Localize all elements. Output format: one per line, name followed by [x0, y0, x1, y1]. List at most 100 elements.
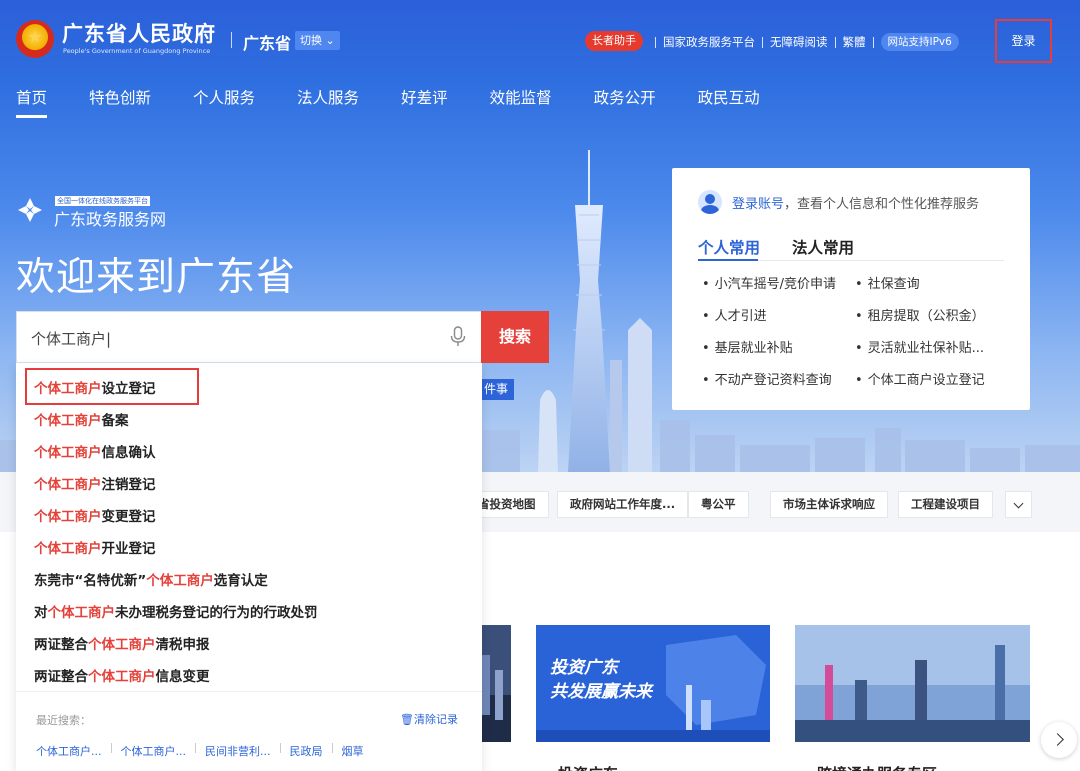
suggestion-keyword: 个体工商户 [34, 477, 102, 493]
nav-interaction[interactable]: 政民互动 [698, 86, 760, 118]
recent-search-item[interactable]: 民政局 [290, 743, 323, 759]
suggestion-prefix: 两证整合 [34, 669, 88, 685]
suggestion-keyword: 个体工商户 [34, 445, 102, 461]
card-title: 投资广东 [558, 763, 618, 771]
national-platform-link[interactable]: 国家政务服务平台 [663, 34, 755, 50]
traditional-chinese-link[interactable]: 繁體 [843, 34, 866, 50]
platform-name[interactable]: 广东政务服务网 [54, 206, 166, 230]
chevron-down-icon: ⌄ [325, 34, 335, 47]
nav-corporate-services[interactable]: 法人服务 [297, 86, 359, 118]
region-switch-button[interactable]: 切换 ⌄ [295, 31, 340, 50]
common-item[interactable]: 不动产登记资料查询 [702, 369, 832, 388]
recent-search-item[interactable]: 个体工商户... [36, 743, 102, 759]
suggestion-suffix: 信息变更 [155, 669, 210, 685]
national-emblem-logo[interactable] [16, 20, 54, 58]
suggestion-prefix: 对 [34, 605, 48, 621]
suggestion-suffix: 备案 [101, 413, 129, 429]
login-button[interactable]: 登录 [995, 19, 1052, 63]
recent-separator [110, 743, 112, 753]
recent-separator [195, 743, 196, 753]
quick-link-construction[interactable]: 工程建设项目 [898, 491, 993, 518]
clear-history-button[interactable]: 🗑清除记录 [400, 711, 458, 727]
suggestion-item[interactable]: 个体工商户开业登记 [34, 537, 156, 557]
nav-rating[interactable]: 好差评 [401, 86, 448, 118]
carousel-next-button[interactable] [1041, 722, 1077, 758]
suggestions-divider [16, 691, 482, 692]
nav-home[interactable]: 首页 [16, 86, 48, 118]
common-item[interactable]: 租房提取（公积金） [855, 305, 985, 324]
recent-search-item[interactable]: 民间非营利... [205, 743, 271, 759]
suggestion-item[interactable]: 东莞市“名特优新”个体工商户选育认定 [34, 569, 268, 589]
recent-search-list: 个体工商户... 个体工商户... 民间非营利... 民政局 烟草 [36, 743, 364, 759]
common-item[interactable]: 个体工商户设立登记 [855, 369, 985, 388]
nav-supervision[interactable]: 效能监督 [490, 86, 552, 118]
feature-card-crossborder[interactable]: 跨境通办服务专区 [795, 625, 1030, 771]
suggestion-keyword: 个体工商户 [47, 605, 116, 621]
suggestion-item[interactable]: 个体工商户备案 [34, 409, 129, 429]
recent-search-item[interactable]: 个体工商户... [121, 743, 187, 759]
main-nav: 首页 特色创新 个人服务 法人服务 好差评 效能监督 政务公开 政民互动 [16, 86, 802, 118]
quick-link-market-appeal[interactable]: 市场主体诉求响应 [770, 491, 888, 518]
suggestion-item[interactable]: 个体工商户设立登记 [34, 377, 156, 397]
nav-featured[interactable]: 特色创新 [89, 86, 151, 118]
clear-history-label: 清除记录 [413, 713, 458, 726]
suggestion-keyword: 个体工商户 [34, 541, 102, 557]
link-separator [762, 36, 763, 48]
elder-assistant-button[interactable]: 长者助手 [585, 31, 643, 51]
search-input-value: 个体工商户| [31, 330, 112, 348]
suggestion-suffix: 设立登记 [101, 381, 156, 397]
quick-links-expand-button[interactable] [1005, 491, 1032, 518]
common-item[interactable]: 灵活就业社保补贴... [855, 337, 984, 356]
link-separator [655, 36, 656, 48]
one-thing-tag[interactable]: 件事 [478, 379, 515, 400]
suggestion-suffix: 选育认定 [213, 573, 268, 589]
suggestion-item[interactable]: 个体工商户注销登记 [34, 473, 156, 493]
suggestion-keyword: 个体工商户 [88, 669, 156, 685]
nav-personal-services[interactable]: 个人服务 [193, 86, 255, 118]
common-item[interactable]: 小汽车摇号/竞价申请 [702, 273, 836, 292]
accessibility-link[interactable]: 无障碍阅读 [770, 34, 828, 50]
suggestion-suffix: 开业登记 [101, 541, 156, 557]
suggestion-keyword: 个体工商户 [88, 637, 156, 653]
login-account-link[interactable]: 登录账号 [732, 197, 784, 212]
active-tab-indicator [698, 259, 758, 261]
recent-separator [331, 743, 333, 753]
card-title: 跨境通办服务专区 [817, 763, 937, 771]
suggestion-item[interactable]: 对个体工商户未办理税务登记的行为的行政处罚 [34, 601, 318, 621]
microphone-icon[interactable] [449, 326, 467, 348]
avatar-icon[interactable] [698, 190, 722, 214]
suggestion-prefix: 两证整合 [34, 637, 88, 653]
site-title[interactable]: 广东省人民政府 [62, 18, 216, 48]
suggestion-item[interactable]: 两证整合个体工商户信息变更 [34, 665, 210, 685]
suggestion-suffix: 信息确认 [101, 445, 156, 461]
common-item[interactable]: 社保查询 [855, 273, 920, 292]
suggestion-keyword: 个体工商户 [34, 381, 102, 397]
nav-gov-open[interactable]: 政务公开 [594, 86, 656, 118]
recent-search-item[interactable]: 烟草 [342, 743, 364, 759]
feature-card-invest-gd[interactable]: 投资广东 共发展赢未来 投资广东 [536, 625, 770, 771]
suggestion-keyword: 个体工商户 [146, 573, 214, 589]
suggestion-item[interactable]: 个体工商户信息确认 [34, 441, 156, 461]
quick-link-yuegongping[interactable]: 粤公平 [688, 491, 749, 518]
suggestion-suffix: 注销登记 [101, 477, 156, 493]
suggestion-keyword: 个体工商户 [34, 509, 102, 525]
search-input[interactable]: 个体工商户| [16, 311, 482, 363]
suggestion-item[interactable]: 两证整合个体工商户清税申报 [34, 633, 210, 653]
card-image [795, 625, 1030, 742]
link-separator [834, 36, 836, 48]
region-name: 广东省 [243, 34, 292, 53]
tab-personal-common[interactable]: 个人常用 [698, 236, 760, 258]
panel-login-text: 登录账号，查看个人信息和个性化推荐服务 [732, 193, 979, 212]
suggestion-item[interactable]: 个体工商户变更登记 [34, 505, 156, 525]
common-item[interactable]: 人才引进 [702, 305, 767, 324]
search-button[interactable]: 搜索 [481, 311, 549, 363]
region-switch-label: 切换 [300, 34, 322, 47]
common-item[interactable]: 基层就业补贴 [702, 337, 793, 356]
header-divider [231, 32, 232, 48]
tab-corporate-common[interactable]: 法人常用 [792, 236, 854, 258]
quick-link-annual-report[interactable]: 政府网站工作年度... [557, 491, 689, 518]
recent-separator [279, 743, 281, 753]
welcome-heading: 欢迎来到广东省 [16, 255, 297, 300]
suggestion-suffix: 变更登记 [101, 509, 156, 525]
platform-tag: 全国一体化在线政务服务平台 [55, 196, 150, 206]
